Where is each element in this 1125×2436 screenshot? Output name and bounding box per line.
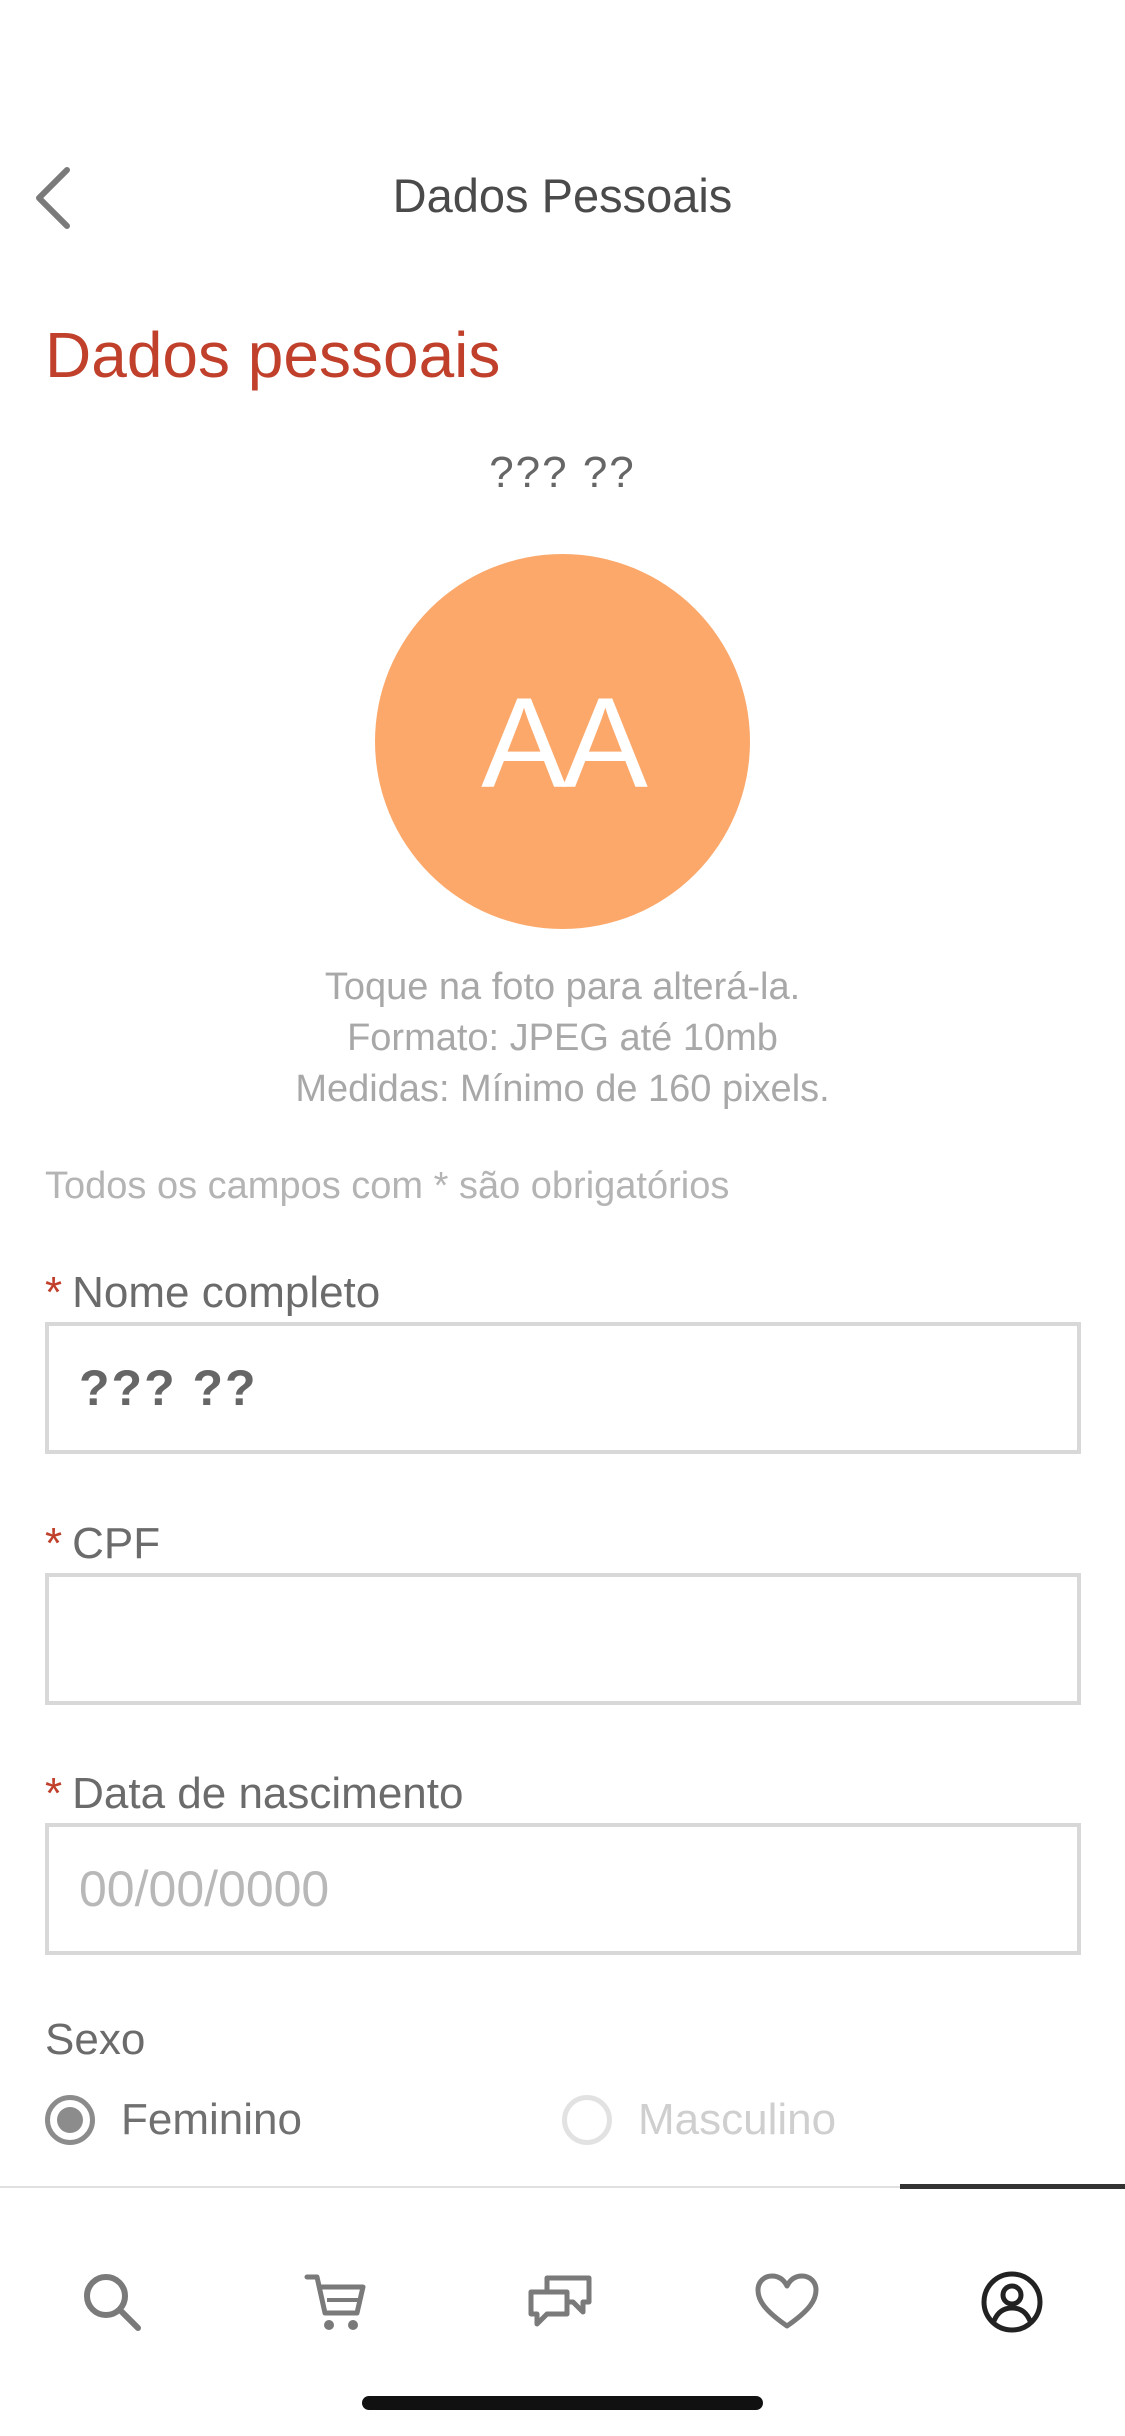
section-title: Dados pessoais <box>45 319 501 391</box>
photo-hint-line: Medidas: Mínimo de 160 pixels. <box>295 1068 830 1110</box>
radio-checked-icon[interactable] <box>45 2095 95 2145</box>
radio-masculino[interactable]: Masculino <box>562 2095 836 2145</box>
radio-unchecked-icon[interactable] <box>562 2095 612 2145</box>
page-title: Dados Pessoais <box>392 169 733 222</box>
active-tab-indicator <box>900 2184 1125 2189</box>
radio-feminino-label: Feminino <box>121 2095 302 2144</box>
birthdate-input[interactable] <box>45 1823 1081 1955</box>
radio-masculino-label: Masculino <box>638 2095 837 2144</box>
required-mark: * <box>45 1519 63 1568</box>
tab-search[interactable] <box>62 2252 162 2352</box>
avatar-initials: AA <box>481 672 648 815</box>
tab-cart[interactable] <box>286 2252 386 2352</box>
full-name-label: * Nome completo <box>45 1268 380 1318</box>
search-icon <box>84 2274 141 2331</box>
photo-hint-line: Formato: JPEG até 10mb <box>347 1017 778 1059</box>
heart-icon <box>755 2273 819 2329</box>
chat-icon <box>528 2275 592 2327</box>
required-mark: * <box>45 1268 63 1317</box>
full-name-input[interactable] <box>45 1322 1081 1454</box>
cpf-label-text: CPF <box>72 1519 161 1568</box>
birthdate-label-text: Data de nascimento <box>72 1769 464 1818</box>
tab-profile[interactable] <box>962 2252 1062 2352</box>
required-mark: * <box>45 1769 63 1818</box>
photo-hint-line: Toque na foto para alterá-la. <box>324 966 801 1008</box>
profile-name: ??? ?? <box>489 448 636 497</box>
full-name-label-text: Nome completo <box>72 1268 381 1317</box>
user-circle-icon <box>981 2271 1043 2333</box>
radio-feminino[interactable]: Feminino <box>45 2095 302 2145</box>
required-fields-note: Todos os campos com * são obrigatórios <box>45 1165 730 1207</box>
cart-icon <box>304 2274 366 2330</box>
birthdate-label: * Data de nascimento <box>45 1769 463 1819</box>
personal-data-screen: Dados Pessoais Dados pessoais ??? ?? AA … <box>0 0 1125 2436</box>
cpf-input[interactable] <box>45 1573 1081 1705</box>
cpf-label: * CPF <box>45 1519 160 1569</box>
sex-label: Sexo <box>45 2015 146 2064</box>
tab-chat[interactable] <box>511 2252 611 2352</box>
avatar[interactable]: AA <box>375 554 750 929</box>
tab-favorites[interactable] <box>737 2252 837 2352</box>
home-indicator <box>362 2396 763 2410</box>
photo-hint: Toque na foto para alterá-la. Formato: J… <box>0 962 1125 1115</box>
top-bar: Dados Pessoais <box>0 150 1125 246</box>
